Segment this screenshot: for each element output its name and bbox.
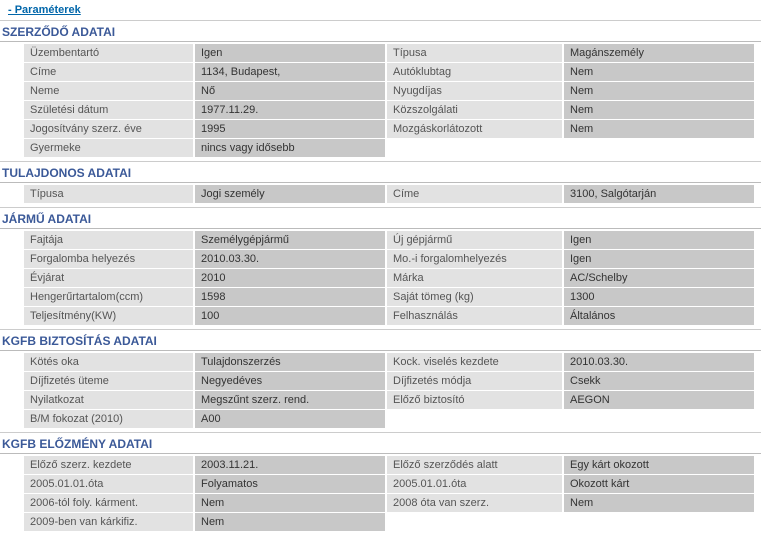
field-label: Címe xyxy=(24,63,193,81)
data-grid: Előző szerz. kezdete2003.11.21.Előző sze… xyxy=(0,454,761,535)
data-grid: Kötés okaTulajdonszerzésKock. viselés ke… xyxy=(0,351,761,432)
field-label: 2008 óta van szerz. xyxy=(387,494,562,512)
field-value: Folyamatos xyxy=(195,475,385,493)
field-value: Okozott kárt xyxy=(564,475,754,493)
section-title: TULAJDONOS ADATAI xyxy=(0,162,761,183)
field-value xyxy=(564,139,754,157)
field-label: Előző biztosító xyxy=(387,391,562,409)
field-value: 2003.11.21. xyxy=(195,456,385,474)
field-value: Nem xyxy=(195,494,385,512)
field-value: Egy kárt okozott xyxy=(564,456,754,474)
parameters-link[interactable]: - Paraméterek xyxy=(0,0,89,20)
field-label: Előző szerződés alatt xyxy=(387,456,562,474)
field-value: Megszűnt szerz. rend. xyxy=(195,391,385,409)
section-title: KGFB ELŐZMÉNY ADATAI xyxy=(0,433,761,454)
field-label: Autóklubtag xyxy=(387,63,562,81)
field-value xyxy=(564,410,754,428)
data-grid: ÜzembentartóIgenTípusaMagánszemély Címe11… xyxy=(0,42,761,161)
field-value: nincs vagy idősebb xyxy=(195,139,385,157)
field-value: AC/Schelby xyxy=(564,269,754,287)
field-label: Jogosítvány szerz. éve xyxy=(24,120,193,138)
field-label: Márka xyxy=(387,269,562,287)
section: TULAJDONOS ADATAITípusaJogi személyCíme3… xyxy=(0,161,761,207)
field-value: 1598 xyxy=(195,288,385,306)
field-label: 2005.01.01.óta xyxy=(24,475,193,493)
field-value xyxy=(564,513,754,531)
field-value: Nem xyxy=(564,101,754,119)
section-title: KGFB BIZTOSÍTÁS ADATAI xyxy=(0,330,761,351)
field-value: 1300 xyxy=(564,288,754,306)
field-value: Nem xyxy=(564,82,754,100)
field-label: 2005.01.01.óta xyxy=(387,475,562,493)
field-label: Mo.-i forgalomhelyezés xyxy=(387,250,562,268)
field-value: 2010.03.30. xyxy=(195,250,385,268)
field-label: Típusa xyxy=(24,185,193,203)
section: JÁRMŰ ADATAIFajtájaSzemélygépjárműÚj gép… xyxy=(0,207,761,329)
section: SZERZŐDŐ ADATAIÜzembentartóIgenTípusaMag… xyxy=(0,20,761,161)
field-label: Új gépjármű xyxy=(387,231,562,249)
field-value: 2010 xyxy=(195,269,385,287)
field-label xyxy=(387,513,562,531)
field-label: Neme xyxy=(24,82,193,100)
field-label: 2006-tól foly. kárment. xyxy=(24,494,193,512)
field-label: Mozgáskorlátozott xyxy=(387,120,562,138)
field-value: Magánszemély xyxy=(564,44,754,62)
field-value: Tulajdonszerzés xyxy=(195,353,385,371)
field-label: Címe xyxy=(387,185,562,203)
field-label: Forgalomba helyezés xyxy=(24,250,193,268)
field-value: 1995 xyxy=(195,120,385,138)
data-grid: FajtájaSzemélygépjárműÚj gépjárműIgen For… xyxy=(0,229,761,329)
field-value: Negyedéves xyxy=(195,372,385,390)
field-label: Üzembentartó xyxy=(24,44,193,62)
field-value: Igen xyxy=(564,231,754,249)
field-label: Díjfizetés módja xyxy=(387,372,562,390)
field-label: Típusa xyxy=(387,44,562,62)
section-title: JÁRMŰ ADATAI xyxy=(0,208,761,229)
field-value: 1977.11.29. xyxy=(195,101,385,119)
field-value: Nem xyxy=(564,494,754,512)
field-value: 2010.03.30. xyxy=(564,353,754,371)
field-value: Személygépjármű xyxy=(195,231,385,249)
field-label: Közszolgálati xyxy=(387,101,562,119)
field-label: Kock. viselés kezdete xyxy=(387,353,562,371)
field-label: Nyugdíjas xyxy=(387,82,562,100)
field-value: AEGON xyxy=(564,391,754,409)
field-label: Évjárat xyxy=(24,269,193,287)
field-label: Nyilatkozat xyxy=(24,391,193,409)
section: KGFB BIZTOSÍTÁS ADATAIKötés okaTulajdons… xyxy=(0,329,761,432)
field-value: Nem xyxy=(564,120,754,138)
field-label: Díjfizetés üteme xyxy=(24,372,193,390)
field-label: Teljesítmény(KW) xyxy=(24,307,193,325)
field-label: Hengerűrtartalom(ccm) xyxy=(24,288,193,306)
field-label xyxy=(387,410,562,428)
field-label: 2009-ben van kárkifiz. xyxy=(24,513,193,531)
field-value: Csekk xyxy=(564,372,754,390)
field-value: Nő xyxy=(195,82,385,100)
field-label xyxy=(387,139,562,157)
field-label: Fajtája xyxy=(24,231,193,249)
section: KGFB ELŐZMÉNY ADATAIElőző szerz. kezdete… xyxy=(0,432,761,535)
field-label: Születési dátum xyxy=(24,101,193,119)
field-value: Jogi személy xyxy=(195,185,385,203)
field-value: Igen xyxy=(195,44,385,62)
field-value: Általános xyxy=(564,307,754,325)
field-label: Saját tömeg (kg) xyxy=(387,288,562,306)
field-value: 3100, Salgótarján xyxy=(564,185,754,203)
field-label: Gyermeke xyxy=(24,139,193,157)
section-title: SZERZŐDŐ ADATAI xyxy=(0,21,761,42)
field-value: 100 xyxy=(195,307,385,325)
field-value: A00 xyxy=(195,410,385,428)
field-value: Nem xyxy=(564,63,754,81)
field-label: Felhasználás xyxy=(387,307,562,325)
field-value: Nem xyxy=(195,513,385,531)
data-grid: TípusaJogi személyCíme3100, Salgótarján xyxy=(0,183,761,207)
field-label: Kötés oka xyxy=(24,353,193,371)
field-value: 1134, Budapest, xyxy=(195,63,385,81)
field-label: B/M fokozat (2010) xyxy=(24,410,193,428)
field-label: Előző szerz. kezdete xyxy=(24,456,193,474)
field-value: Igen xyxy=(564,250,754,268)
